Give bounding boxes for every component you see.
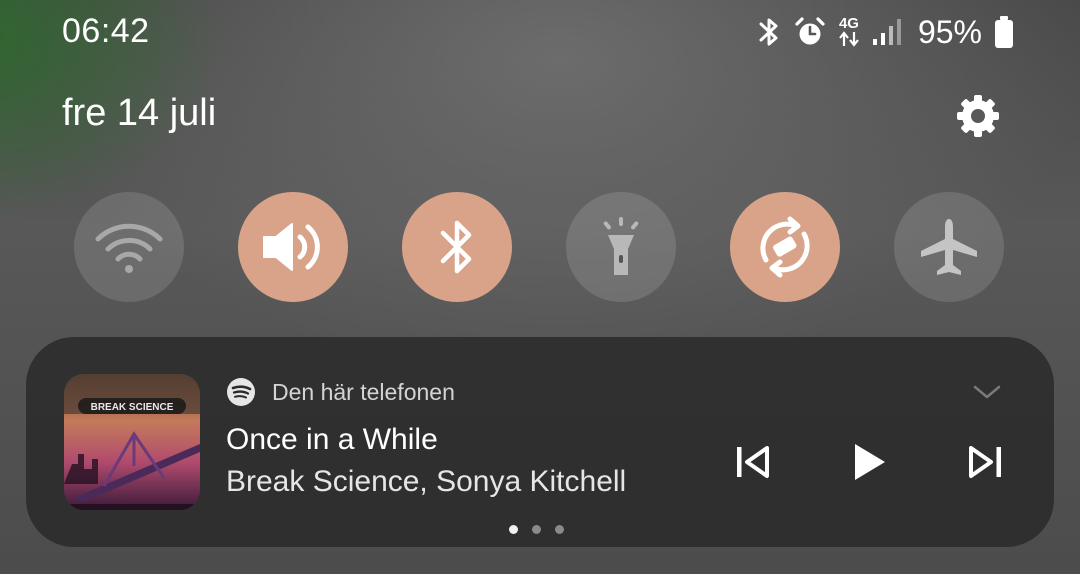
network-type-label: 4G bbox=[838, 15, 859, 32]
wifi-icon bbox=[95, 223, 163, 273]
date-label: fre 14 juli bbox=[62, 92, 217, 134]
bluetooth-icon bbox=[756, 15, 782, 49]
page-dot[interactable] bbox=[532, 525, 541, 534]
page-dot[interactable] bbox=[555, 525, 564, 534]
album-art[interactable]: BREAK SCIENCE bbox=[64, 374, 200, 510]
flashlight-toggle[interactable] bbox=[566, 192, 676, 302]
track-title: Once in a While bbox=[226, 423, 438, 456]
bluetooth-toggle[interactable] bbox=[402, 192, 512, 302]
next-track-button[interactable] bbox=[958, 435, 1012, 489]
gear-icon bbox=[957, 95, 999, 137]
media-source: Den här telefonen bbox=[226, 375, 455, 409]
signal-icon bbox=[872, 18, 902, 46]
alarm-icon bbox=[794, 16, 826, 48]
previous-track-button[interactable] bbox=[726, 435, 780, 489]
track-artist: Break Science, Sonya Kitchell bbox=[226, 465, 627, 498]
status-icons: 4G 95% bbox=[756, 12, 1014, 52]
settings-button[interactable] bbox=[950, 88, 1006, 144]
airplane-icon bbox=[921, 219, 977, 275]
bluetooth-icon bbox=[440, 220, 472, 274]
battery-percent: 95% bbox=[917, 13, 982, 50]
page-dot-active[interactable] bbox=[509, 525, 518, 534]
flashlight-icon bbox=[603, 217, 639, 275]
play-icon bbox=[855, 444, 885, 480]
clock: 06:42 bbox=[62, 12, 150, 50]
chevron-down-icon bbox=[973, 385, 1001, 399]
sound-toggle[interactable] bbox=[238, 192, 348, 302]
airplane-mode-toggle[interactable] bbox=[894, 192, 1004, 302]
media-player-card[interactable]: BREAK SCIENCE Den här telefonen Once in … bbox=[26, 337, 1054, 547]
previous-icon bbox=[737, 446, 769, 478]
page-indicator bbox=[509, 525, 564, 534]
spotify-icon bbox=[227, 378, 255, 406]
album-art-text: BREAK SCIENCE bbox=[91, 402, 174, 413]
media-source-label: Den här telefonen bbox=[272, 378, 455, 405]
status-bar: 06:42 4G 95% bbox=[0, 0, 1080, 64]
speaker-icon bbox=[263, 223, 320, 271]
network-indicator: 4G bbox=[838, 15, 860, 47]
wifi-toggle[interactable] bbox=[74, 192, 184, 302]
play-button[interactable] bbox=[842, 435, 896, 489]
data-arrows-icon bbox=[839, 31, 859, 47]
battery-icon bbox=[994, 15, 1014, 49]
next-icon bbox=[969, 446, 1001, 478]
expand-media-button[interactable] bbox=[970, 377, 1004, 407]
rotate-icon bbox=[760, 216, 810, 278]
auto-rotate-toggle[interactable] bbox=[730, 192, 840, 302]
quick-toggles bbox=[74, 192, 1004, 302]
